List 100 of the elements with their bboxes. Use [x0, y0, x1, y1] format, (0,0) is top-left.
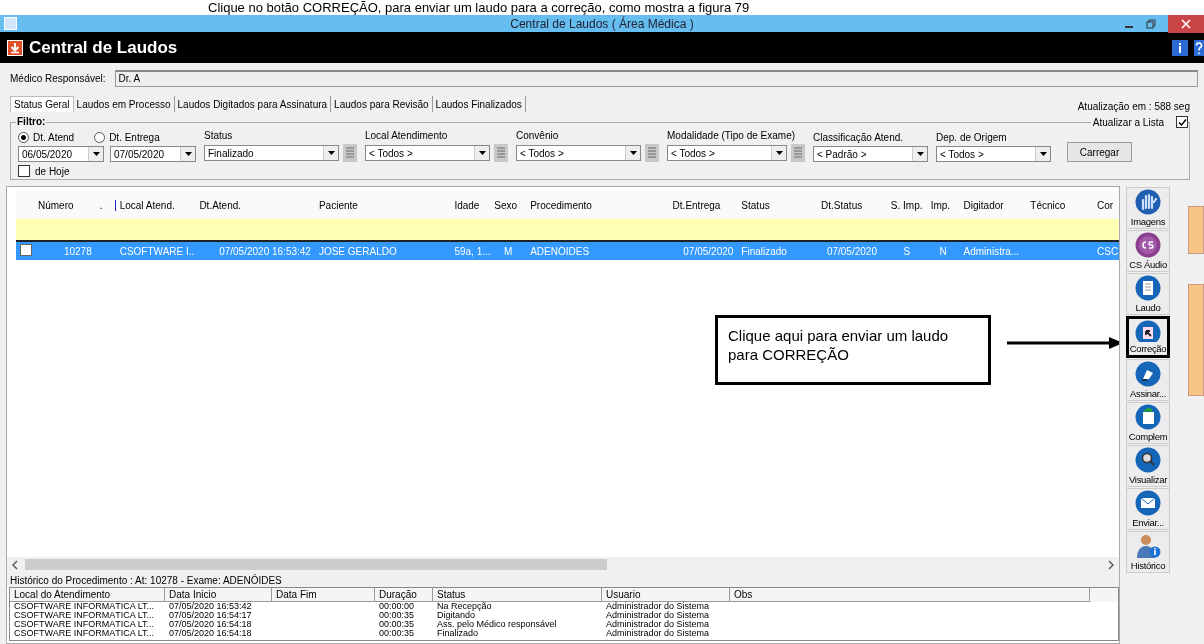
- caret-icon: [327, 151, 335, 155]
- column-header[interactable]: Status: [737, 199, 818, 211]
- tab[interactable]: Laudos em Processo: [73, 96, 175, 112]
- table-cell-text: Na Recepção: [436, 602, 493, 611]
- load-button[interactable]: Carregar: [1067, 142, 1132, 162]
- today-checkbox[interactable]: [18, 165, 30, 177]
- date-from-dropdown[interactable]: 06/05/2020: [18, 146, 104, 162]
- table-cell-text: 07/05/2020 16:54:17: [168, 611, 253, 620]
- column-header[interactable]: .: [95, 199, 116, 211]
- column-header[interactable]: Digitador: [959, 199, 1027, 211]
- column-header[interactable]: Local Atend.: [115, 199, 196, 211]
- column-header[interactable]: Obs: [730, 588, 1090, 602]
- date-to-dropdown[interactable]: 07/05/2020: [110, 146, 196, 162]
- column-header[interactable]: Data Inicio: [165, 588, 272, 602]
- row-checkbox[interactable]: [20, 244, 32, 256]
- app-title: Central de Laudos: [29, 37, 178, 58]
- toolbar-button[interactable]: CS Áudio: [1126, 230, 1170, 272]
- filter-dropdown[interactable]: < Todos >: [667, 145, 787, 161]
- table-cell-text: 07/05/2020: [825, 245, 878, 257]
- column-header[interactable]: Usuario: [602, 588, 730, 602]
- column-header[interactable]: Idade: [450, 199, 491, 211]
- cs-logo-icon: [1135, 232, 1161, 258]
- envelope-icon: [1135, 490, 1161, 516]
- column-header[interactable]: Cor: [1093, 199, 1119, 211]
- filter-dropdown[interactable]: < Padrão >: [813, 146, 928, 162]
- table-cell-text: Administrador do Sistema: [605, 602, 711, 611]
- table-cell-text: 07/05/2020 16:54:18: [168, 620, 253, 629]
- caret-icon: [775, 151, 783, 155]
- filter-label: Dep. de Origem: [936, 132, 1008, 143]
- caret-icon: [92, 152, 100, 156]
- document-arrow-icon: [1135, 320, 1161, 342]
- doctor-field[interactable]: Dr. A: [114, 70, 1198, 87]
- column-header[interactable]: Paciente: [314, 199, 451, 211]
- info-icon[interactable]: [1172, 39, 1188, 56]
- filter-dropdown[interactable]: Finalizado: [204, 145, 339, 161]
- column-header[interactable]: Dt.Entrega: [668, 199, 738, 211]
- toolbar-button[interactable]: Correção: [1126, 316, 1170, 358]
- filter-row[interactable]: [16, 219, 1119, 242]
- column-header[interactable]: Técnico: [1026, 199, 1094, 211]
- download-icon: [7, 39, 23, 56]
- table-cell-text: 07/05/2020 16:53:42: [168, 602, 253, 611]
- close-icon: [1181, 18, 1191, 29]
- radio-label: Dt. Entrega: [109, 132, 160, 143]
- filter-label: Modalidade (Tipo de Exame): [667, 130, 797, 141]
- toolbar-button[interactable]: Histórico: [1126, 531, 1170, 573]
- column-header[interactable]: Sexo: [490, 199, 527, 211]
- caret-icon: [916, 152, 924, 156]
- radio-button[interactable]: [94, 132, 106, 143]
- table-cell-text: CSOFTWARE INFORMÁTICA LT...: [13, 629, 155, 638]
- toolbar-button[interactable]: Visualizar: [1126, 445, 1170, 487]
- column-header[interactable]: Status: [433, 588, 602, 602]
- scroll-right-icon[interactable]: [1107, 559, 1115, 570]
- column-header[interactable]: Data Fim: [272, 588, 375, 602]
- user-info-icon: [1135, 533, 1161, 559]
- table-cell-text: 00:00:35: [378, 629, 416, 638]
- table-cell-text: S: [902, 245, 912, 257]
- toolbar-button[interactable]: Enviar...: [1126, 488, 1170, 530]
- toolbar-button[interactable]: Complem: [1126, 402, 1170, 444]
- table-cell-text: CSC: [1096, 245, 1119, 257]
- tab[interactable]: Laudos Digitados para Assinatura: [174, 96, 332, 112]
- doctor-label: Médico Responsável:: [10, 73, 106, 84]
- column-header[interactable]: Dt.Status: [817, 199, 887, 211]
- restore-icon[interactable]: [1146, 18, 1156, 29]
- column-header[interactable]: Procedimento: [526, 199, 669, 211]
- column-header[interactable]: S. Imp.: [886, 199, 927, 211]
- pen-icon: [1135, 361, 1161, 387]
- table-cell-text: ADENÓIDES: [529, 245, 591, 257]
- column-header[interactable]: Imp.: [926, 199, 960, 211]
- column-header[interactable]: Número: [33, 199, 96, 211]
- column-header[interactable]: Duração: [375, 588, 433, 602]
- table-cell-text: 00:00:00: [378, 602, 416, 611]
- caret-icon: [629, 151, 637, 155]
- history-title: Histórico do Procedimento : At: 10278 - Exame: ADENÓIDES: [10, 575, 282, 586]
- table-cell-text: 07/05/2020 16:54:18: [168, 629, 253, 638]
- tab[interactable]: Laudos Finalizados: [432, 96, 526, 112]
- auto-refresh-checkbox[interactable]: [1176, 116, 1188, 128]
- table-cell-text: Finalizado: [436, 629, 480, 638]
- auto-refresh-label: Atualizar a Lista: [1092, 116, 1164, 128]
- table-cell-text: 00:00:35: [378, 611, 416, 620]
- magnifier-icon: [1135, 447, 1161, 473]
- table-cell-text: JOSE GERALDO: [317, 245, 398, 257]
- filter-dropdown[interactable]: < Todos >: [516, 145, 641, 161]
- tab[interactable]: Status Geral: [10, 96, 74, 112]
- column-header[interactable]: Dt.Atend.: [195, 199, 315, 211]
- tab[interactable]: Laudos para Revisão: [331, 96, 433, 112]
- scroll-left-icon[interactable]: [11, 559, 19, 570]
- toolbar-button[interactable]: Laudo: [1126, 273, 1170, 315]
- filter-label: Convênio: [516, 130, 560, 141]
- filter-label: Local Atendimento: [365, 130, 449, 141]
- table-cell-text: Administrador do Sistema: [605, 611, 711, 620]
- radio-button[interactable]: [18, 132, 29, 143]
- filter-dropdown[interactable]: < Todos >: [365, 145, 490, 161]
- help-icon[interactable]: [1194, 39, 1204, 56]
- toolbar-button[interactable]: Assinar...: [1126, 359, 1170, 401]
- table-cell-text: 07/05/2020: [682, 245, 735, 257]
- toolbar-button[interactable]: Imagens: [1126, 187, 1170, 229]
- horizontal-scrollbar[interactable]: [7, 557, 1119, 572]
- column-header[interactable]: Local do Atendimento: [10, 588, 165, 602]
- radio-label: Dt. Atend: [33, 132, 75, 143]
- filter-dropdown[interactable]: < Todos >: [936, 146, 1051, 162]
